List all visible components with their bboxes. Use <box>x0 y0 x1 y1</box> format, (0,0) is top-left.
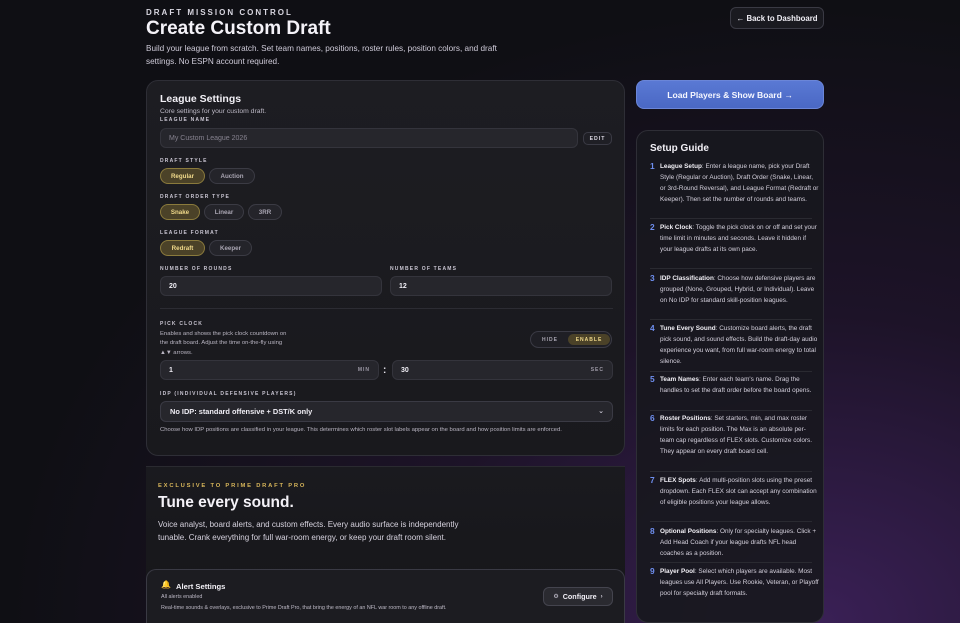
clock-seconds-value: 30 <box>401 366 409 374</box>
chevron-right-icon: › <box>600 593 603 600</box>
guide-item-title: Roster Positions <box>660 415 711 422</box>
league-name-label: LEAGUE NAME <box>160 117 211 123</box>
draft-style-auction[interactable]: Auction <box>209 168 255 184</box>
guide-divider <box>650 371 812 372</box>
teams-label: NUMBER OF TEAMS <box>390 266 458 272</box>
draft-style-label: DRAFT STYLE <box>160 158 208 164</box>
guide-divider <box>650 521 812 522</box>
guide-item-number: 5 <box>650 374 655 384</box>
page-eyebrow: DRAFT MISSION CONTROL <box>146 8 293 17</box>
pro-title: Tune every sound. <box>158 494 294 511</box>
idp-label: IDP (INDIVIDUAL DEFENSIVE PLAYERS) <box>160 391 297 397</box>
pick-clock-hide-option[interactable]: HIDE <box>534 334 566 345</box>
guide-item-title: Tune Every Sound <box>660 325 716 332</box>
clock-seconds-input[interactable]: 30 SEC <box>392 360 613 380</box>
idp-description: Choose how IDP positions are classified … <box>160 427 562 433</box>
guide-item-number: 7 <box>650 475 655 485</box>
page-title: Create Custom Draft <box>146 18 331 39</box>
guide-item-number: 6 <box>650 413 655 423</box>
guide-divider <box>650 319 812 320</box>
guide-divider <box>650 562 812 563</box>
guide-item-number: 3 <box>650 273 655 283</box>
league-format-keeper[interactable]: Keeper <box>209 240 252 256</box>
guide-item-title: Optional Positions <box>660 528 717 535</box>
draft-order-snake[interactable]: Snake <box>160 204 200 220</box>
clock-minutes-input[interactable]: 1 MIN <box>160 360 379 380</box>
section-divider <box>160 308 613 309</box>
gear-icon: ⚙ <box>553 594 559 600</box>
guide-divider <box>650 268 812 269</box>
pick-clock-label: PICK CLOCK <box>160 321 204 327</box>
league-format-redraft[interactable]: Redraft <box>160 240 205 256</box>
guide-item-title: Player Pool <box>660 568 695 575</box>
guide-divider <box>650 410 812 411</box>
bell-icon: 🔔 <box>161 580 171 589</box>
guide-item-number: 4 <box>650 323 655 333</box>
pro-eyebrow: EXCLUSIVE TO PRIME DRAFT PRO <box>158 483 307 489</box>
draft-style-regular[interactable]: Regular <box>160 168 205 184</box>
clock-minutes-value: 1 <box>169 366 173 374</box>
teams-input[interactable]: 12 <box>390 276 612 296</box>
page-subtitle: Build your league from scratch. Set team… <box>146 44 497 66</box>
setup-guide-title: Setup Guide <box>650 143 709 154</box>
alert-settings-card: 🔔 Alert Settings All alerts enabled Real… <box>146 569 625 623</box>
rounds-input[interactable]: 20 <box>160 276 382 296</box>
pick-clock-enable-option[interactable]: ENABLE <box>568 334 610 345</box>
idp-selected-value: No IDP: standard offensive + DST/K only <box>170 407 313 416</box>
clock-seconds-unit: SEC <box>590 367 604 373</box>
draft-order-3rr[interactable]: 3RR <box>248 204 282 220</box>
draft-order-label: DRAFT ORDER TYPE <box>160 194 231 200</box>
clock-minutes-unit: MIN <box>357 367 370 373</box>
guide-divider <box>650 471 812 472</box>
clock-colon: : <box>383 365 387 376</box>
league-settings-subtitle: Core settings for your custom draft. <box>160 108 267 115</box>
alert-settings-status: All alerts enabled <box>161 594 203 600</box>
league-format-label: LEAGUE FORMAT <box>160 230 219 236</box>
load-players-button[interactable]: Load Players & Show Board → <box>636 80 824 109</box>
configure-alerts-button[interactable]: ⚙ Configure › <box>543 587 613 606</box>
guide-item-number: 1 <box>650 161 655 171</box>
back-to-dashboard-button[interactable]: ← Back to Dashboard <box>730 7 824 29</box>
idp-select[interactable]: No IDP: standard offensive + DST/K only … <box>160 401 613 422</box>
chevron-down-icon: ⌄ <box>598 408 604 415</box>
league-settings-title: League Settings <box>160 93 242 105</box>
league-settings-card: League Settings Core settings for your c… <box>146 80 625 456</box>
guide-item-number: 2 <box>650 222 655 232</box>
alert-settings-description: Real-time sounds & overlays, exclusive t… <box>161 605 447 611</box>
alert-settings-title: Alert Settings <box>176 582 226 591</box>
edit-league-name-button[interactable]: EDIT <box>583 132 612 145</box>
rounds-label: NUMBER OF ROUNDS <box>160 266 233 272</box>
guide-item-title: League Setup <box>660 163 702 170</box>
pick-clock-toggle: HIDE ENABLE <box>530 331 612 348</box>
guide-item-title: FLEX Spots <box>660 477 696 484</box>
pick-clock-description: Enables and shows the pick clock countdo… <box>160 331 287 356</box>
guide-item-number: 8 <box>650 526 655 536</box>
configure-label: Configure <box>562 592 597 601</box>
guide-divider <box>650 218 812 219</box>
setup-guide-panel: Setup Guide 1 League Setup: Enter a leag… <box>636 130 824 623</box>
guide-item-title: Pick Clock <box>660 224 693 231</box>
league-name-input[interactable]: My Custom League 2026 <box>160 128 578 148</box>
guide-item-number: 9 <box>650 566 655 576</box>
pro-description: Voice analyst, board alerts, and custom … <box>158 520 459 542</box>
guide-item-title: Team Names <box>660 376 699 383</box>
guide-item-title: IDP Classification <box>660 275 714 282</box>
pro-audio-section: EXCLUSIVE TO PRIME DRAFT PRO Tune every … <box>146 466 625 623</box>
draft-order-linear[interactable]: Linear <box>204 204 244 220</box>
